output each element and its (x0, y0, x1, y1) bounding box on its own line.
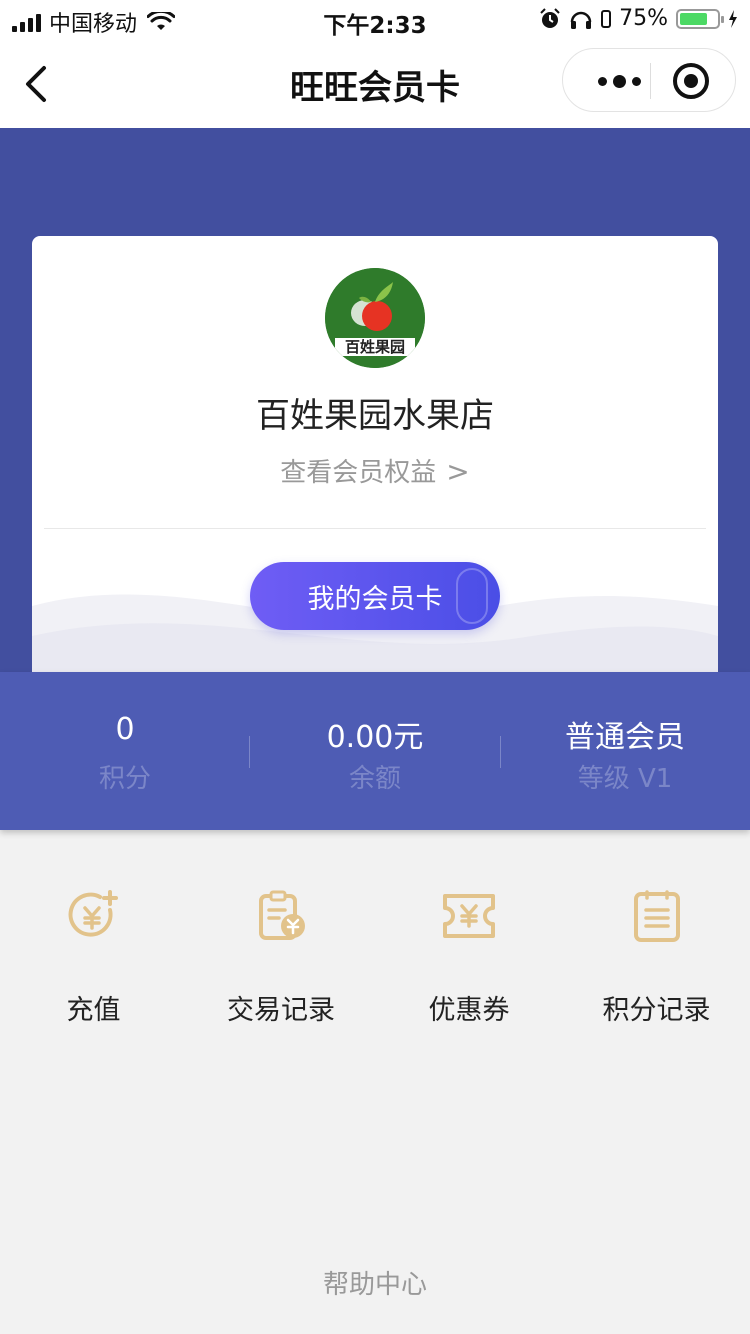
rotation-lock-icon (601, 9, 612, 28)
stat-value: 0 (115, 712, 135, 747)
status-right: 75% (539, 6, 738, 31)
stat-label: 余额 (348, 764, 401, 794)
menu-item-recharge[interactable]: 充值 (0, 860, 187, 1040)
battery-percent: 75% (619, 6, 668, 31)
menu-label: 优惠券 (428, 995, 510, 1026)
stat-value: 0.00元 (326, 720, 424, 755)
coupon-icon (443, 894, 495, 938)
more-options-icon[interactable] (587, 49, 651, 113)
menu-label: 交易记录 (227, 995, 335, 1026)
stat-divider (249, 736, 250, 768)
recharge-icon (68, 890, 118, 937)
alarm-icon (540, 7, 560, 28)
member-card: 百姓果园 百姓果园水果店 查看会员权益 > 我的会员卡 (32, 236, 718, 672)
function-menu: 充值 交易记录 优惠券 积分记录 (0, 860, 750, 1040)
shop-logo-image: 百姓果园 (325, 268, 425, 368)
headphones-icon (570, 11, 592, 29)
nav-bar: 旺旺会员卡 (0, 40, 750, 128)
chevron-right-icon: > (446, 455, 470, 488)
menu-label: 充值 (66, 995, 121, 1026)
logo-text: 百姓果园 (345, 338, 405, 356)
shop-name: 百姓果园水果店 (256, 396, 494, 436)
shop-logo: 百姓果园 (325, 268, 425, 368)
button-shine-decoration (456, 568, 488, 624)
battery-icon (676, 8, 724, 29)
stat-balance[interactable]: 0.00元 余额 (250, 672, 500, 830)
points-record-icon (634, 890, 680, 942)
help-center-link[interactable]: 帮助中心 (0, 1264, 750, 1301)
my-member-card-button[interactable]: 我的会员卡 (250, 562, 500, 630)
card-divider (44, 528, 706, 529)
capsule-divider (650, 63, 651, 99)
stat-label: 等级 V1 (577, 764, 673, 794)
stat-points[interactable]: 0 积分 (0, 672, 250, 830)
stat-divider (500, 736, 501, 768)
menu-item-coupon[interactable]: 优惠券 (375, 860, 563, 1040)
menu-item-points-record[interactable]: 积分记录 (563, 860, 750, 1040)
stat-label: 积分 (98, 764, 151, 794)
miniprogram-capsule (562, 48, 736, 112)
battery-fill (680, 12, 707, 25)
charging-icon (729, 9, 737, 28)
member-stats: 0 积分 0.00元 余额 普通会员 等级 V1 (0, 672, 750, 830)
my-member-card-label: 我的会员卡 (307, 583, 443, 615)
transaction-record-icon (259, 890, 305, 940)
status-bar: 中国移动 下午2:33 75% (0, 0, 750, 40)
menu-label: 积分记录 (602, 995, 711, 1026)
view-benefits-label: 查看会员权益 (280, 458, 437, 488)
close-miniprogram-icon[interactable] (673, 63, 709, 99)
menu-item-transaction-record[interactable]: 交易记录 (187, 860, 375, 1040)
stat-value: 普通会员 (565, 720, 685, 755)
stat-level[interactable]: 普通会员 等级 V1 (500, 672, 750, 830)
view-benefits-link[interactable]: 查看会员权益 > (32, 452, 718, 489)
